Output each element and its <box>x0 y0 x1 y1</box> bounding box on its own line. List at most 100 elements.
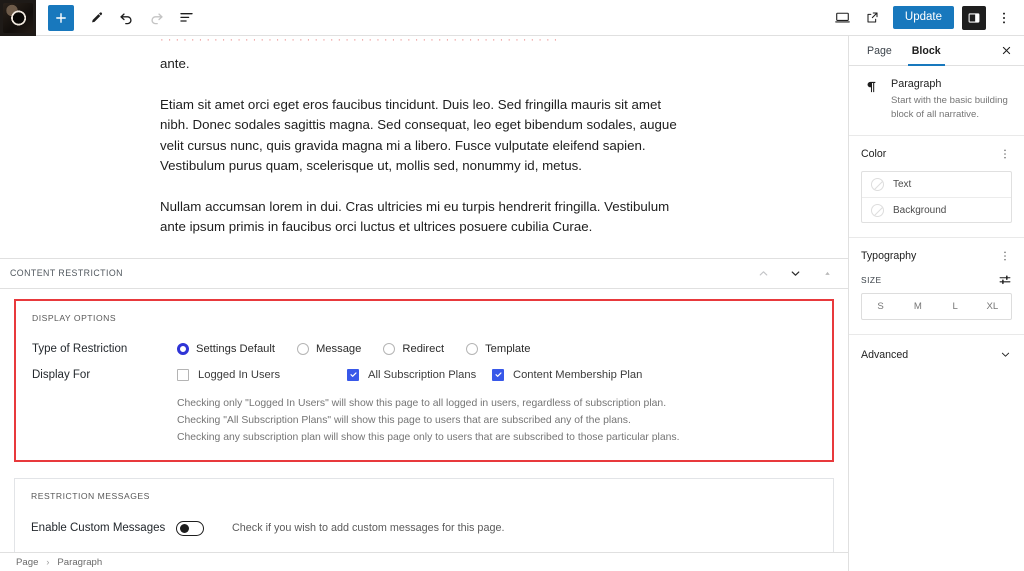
radio-message[interactable]: Message <box>296 342 362 355</box>
color-swatch-empty-icon <box>871 178 884 191</box>
display-for-help-text: Checking only "Logged In Users" will sho… <box>32 395 816 446</box>
breadcrumb-item-page[interactable]: Page <box>16 557 38 568</box>
clipped-text-line: · · · · · · · · · · · · · · · · · · · · … <box>160 36 558 44</box>
add-block-button[interactable] <box>48 4 74 31</box>
color-option-label: Background <box>893 204 947 216</box>
desktop-preview-icon <box>834 9 851 26</box>
site-logo[interactable] <box>0 0 36 36</box>
site-logo-image <box>3 2 33 33</box>
settings-sidebar-toggle[interactable] <box>962 5 986 30</box>
metabox-header: CONTENT RESTRICTION <box>0 257 848 289</box>
list-view-icon <box>178 9 195 26</box>
sidebar-tabs: Page Block <box>849 36 1024 66</box>
enable-custom-messages-toggle[interactable] <box>176 520 204 536</box>
color-swatch-empty-icon <box>871 203 884 217</box>
help-line: Checking any subscription plan will show… <box>177 431 680 443</box>
typography-options-kebab-icon[interactable] <box>998 249 1012 263</box>
toggle-knob <box>179 523 189 533</box>
undo-button[interactable] <box>112 4 140 32</box>
enable-custom-messages-label: Enable Custom Messages <box>31 522 166 534</box>
radio-label: Message <box>315 342 362 355</box>
close-sidebar-button[interactable] <box>994 36 1018 65</box>
advanced-section-title: Advanced <box>861 348 909 361</box>
tab-block[interactable]: Block <box>902 36 951 66</box>
typography-section-title: Typography <box>861 250 917 262</box>
external-link-icon <box>865 10 880 25</box>
type-of-restriction-label: Type of Restriction <box>32 342 128 355</box>
block-title: Paragraph <box>891 78 942 90</box>
view-page-button[interactable] <box>859 4 887 32</box>
close-icon <box>1000 44 1013 57</box>
tab-page[interactable]: Page <box>857 36 902 65</box>
display-for-label: Display For <box>32 368 91 381</box>
paragraph-block[interactable]: ante. <box>160 54 688 75</box>
toolbar-right-group: Update <box>829 4 1024 32</box>
settings-sidebar: Page Block Paragraph Start with the basi… <box>848 36 1024 571</box>
redo-button[interactable] <box>142 4 170 32</box>
plus-icon <box>54 11 68 25</box>
radio-settings-default[interactable]: Settings Default <box>177 342 275 355</box>
color-section-title: Color <box>861 148 887 160</box>
list-view-button[interactable] <box>172 4 200 32</box>
block-editor-app: Update · · · · · · · · · · · · · · · · ·… <box>0 0 1024 571</box>
editor-canvas: · · · · · · · · · · · · · · · · · · · · … <box>0 36 848 552</box>
color-option-label: Text <box>893 179 912 190</box>
restriction-messages-label: RESTRICTION MESSAGES <box>31 490 150 501</box>
advanced-section-header[interactable]: Advanced <box>849 335 1024 374</box>
block-description: Start with the basic building block of a… <box>891 95 1008 120</box>
custom-size-icon[interactable] <box>998 273 1012 287</box>
color-option-background[interactable]: Background <box>862 197 1011 222</box>
chevron-down-icon <box>999 348 1012 361</box>
undo-icon <box>118 9 135 26</box>
font-size-toggle-group: S M L XL <box>861 293 1012 320</box>
type-of-restriction-radio-group: Settings Default Message Redirect Templa… <box>177 342 552 355</box>
move-down-icon[interactable] <box>788 266 802 280</box>
breadcrumb-separator-icon: › <box>46 557 50 567</box>
block-info-card: Paragraph Start with the basic building … <box>849 66 1024 136</box>
tools-button[interactable] <box>82 4 110 32</box>
font-size-option-s[interactable]: S <box>862 294 899 319</box>
move-up-icon[interactable] <box>756 266 770 280</box>
help-line: Checking only "Logged In Users" will sho… <box>177 397 667 409</box>
checkbox-all-subscription-plans[interactable]: All Subscription Plans <box>347 368 492 381</box>
checkbox-content-membership-plan[interactable]: Content Membership Plan <box>492 368 643 381</box>
checkbox-label: All Subscription Plans <box>368 368 477 381</box>
radio-indicator <box>296 342 309 355</box>
radio-redirect[interactable]: Redirect <box>383 342 444 355</box>
metabox-title: CONTENT RESTRICTION <box>10 268 123 278</box>
paragraph-icon <box>861 78 881 121</box>
radio-indicator <box>466 342 479 355</box>
checkbox-logged-in-users[interactable]: Logged In Users <box>177 368 347 381</box>
redo-icon <box>148 9 165 26</box>
display-for-row: Display For Logged In Users All Subscrip… <box>32 368 816 381</box>
enable-custom-messages-help: Check if you wish to add custom messages… <box>232 522 505 534</box>
enable-custom-messages-row: Enable Custom Messages Check if you wish… <box>31 520 817 536</box>
color-options-list: Text Background <box>861 171 1012 223</box>
radio-label: Template <box>485 342 531 355</box>
font-size-option-l[interactable]: L <box>937 294 974 319</box>
font-size-option-xl[interactable]: XL <box>974 294 1011 319</box>
checkbox-indicator <box>347 368 359 381</box>
collapse-panel-icon[interactable] <box>820 266 834 280</box>
sidebar-panel-icon <box>967 11 981 25</box>
font-size-option-m[interactable]: M <box>899 294 936 319</box>
radio-label: Settings Default <box>196 342 275 355</box>
restriction-messages-panel: RESTRICTION MESSAGES Enable Custom Messa… <box>14 477 834 552</box>
color-option-text[interactable]: Text <box>862 172 1011 197</box>
breadcrumb-item-paragraph[interactable]: Paragraph <box>57 557 102 568</box>
radio-template[interactable]: Template <box>466 342 531 355</box>
display-options-label: DISPLAY OPTIONS <box>32 312 117 323</box>
update-button[interactable]: Update <box>892 5 954 30</box>
editor-options-button[interactable] <box>990 4 1018 32</box>
paragraph-block[interactable]: Nullam accumsan lorem in dui. Cras ultri… <box>160 197 688 238</box>
help-line: Checking "All Subscription Plans" will s… <box>177 414 631 426</box>
metabox-body: DISPLAY OPTIONS Type of Restriction Sett… <box>0 288 848 552</box>
radio-indicator <box>177 342 189 355</box>
preview-button[interactable] <box>829 4 857 32</box>
toolbar-left-group <box>36 4 200 32</box>
paragraph-block[interactable]: Etiam sit amet orci eget eros faucibus t… <box>160 95 688 177</box>
display-options-panel: DISPLAY OPTIONS Type of Restriction Sett… <box>14 298 834 462</box>
color-options-kebab-icon[interactable] <box>998 147 1012 161</box>
content-restriction-metabox: CONTENT RESTRICTION DISPLAY OPTIONS Type… <box>0 257 848 552</box>
checkbox-label: Content Membership Plan <box>513 368 643 381</box>
